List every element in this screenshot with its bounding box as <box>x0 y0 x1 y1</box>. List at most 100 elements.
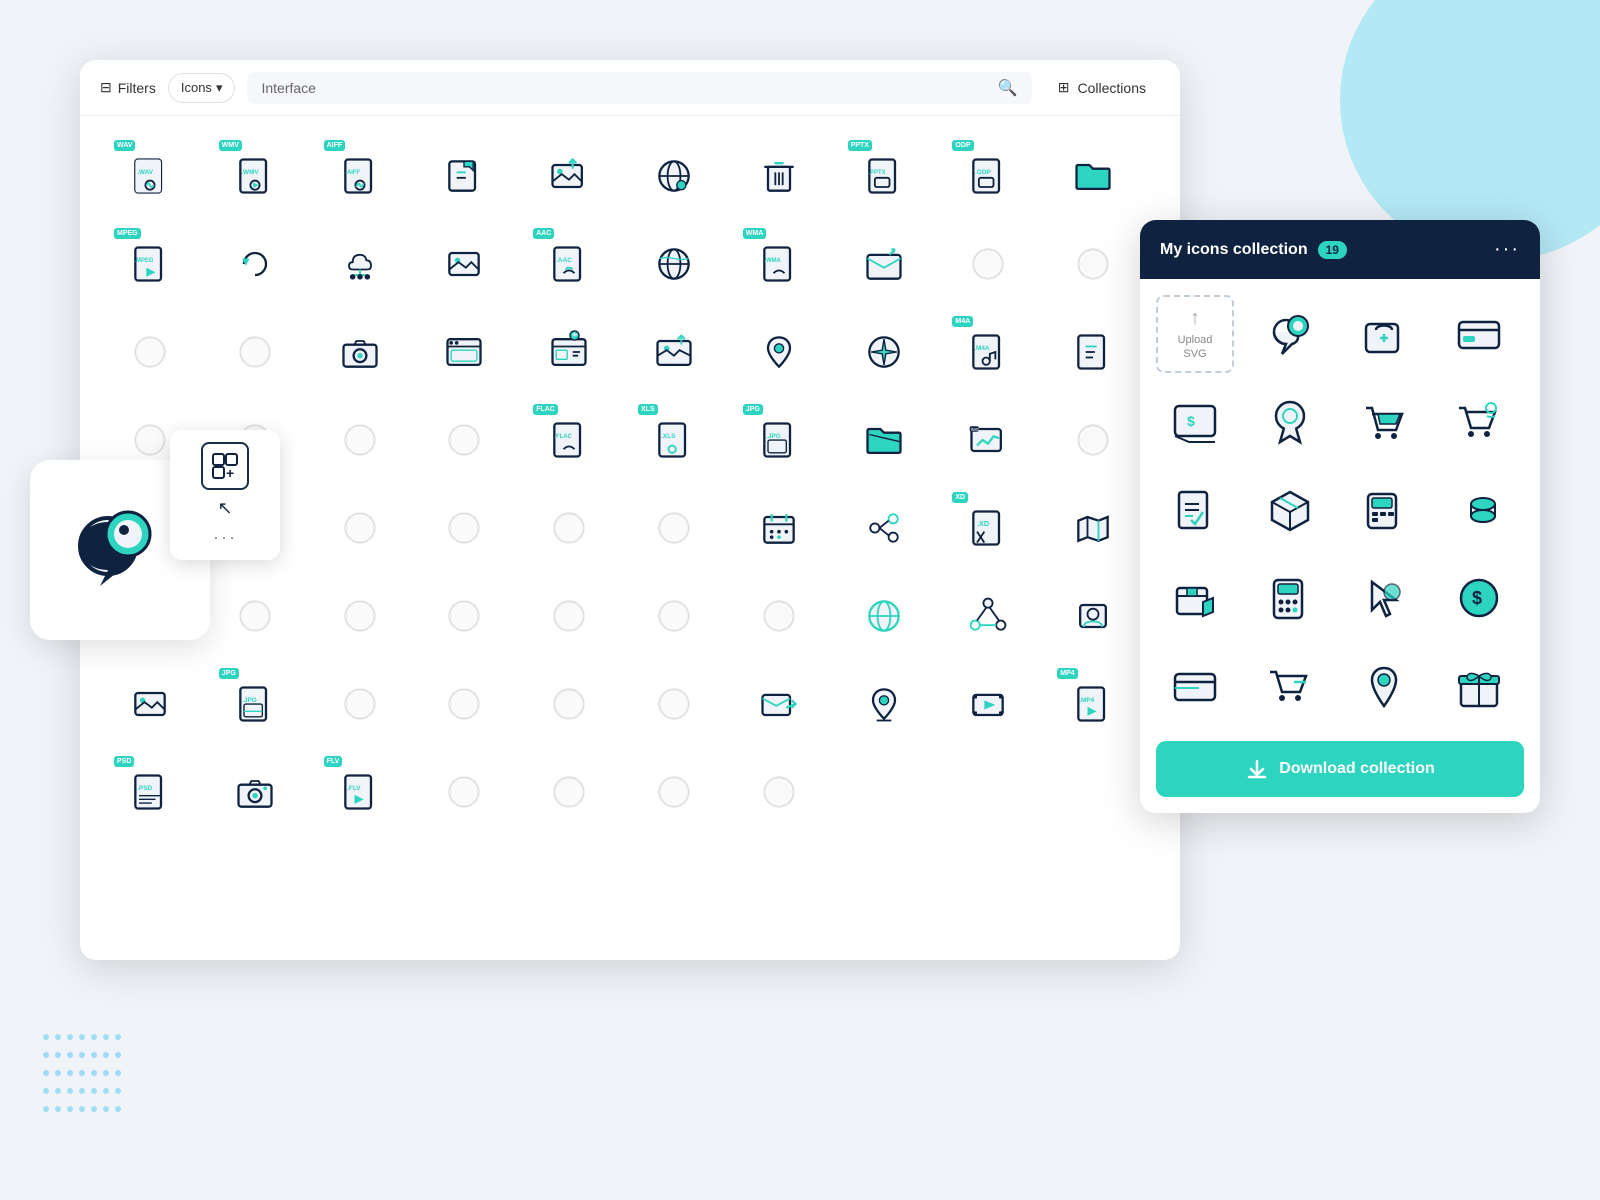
list-item[interactable] <box>1053 312 1133 392</box>
list-item[interactable]: WAV .WAV <box>110 136 190 216</box>
list-item[interactable]: JPG .JPG <box>215 664 295 744</box>
list-item[interactable] <box>215 312 295 392</box>
list-item[interactable] <box>320 400 400 480</box>
list-item[interactable] <box>844 400 924 480</box>
icons-dropdown[interactable]: Icons ▾ <box>168 73 236 103</box>
collection-icon-price-display[interactable]: $ <box>1156 383 1234 461</box>
list-item[interactable] <box>634 488 714 568</box>
list-item[interactable] <box>424 576 504 656</box>
list-item[interactable] <box>1053 400 1133 480</box>
list-item[interactable]: AIFF .AIFF <box>320 136 400 216</box>
list-item[interactable]: WMV .WMV <box>215 136 295 216</box>
list-item[interactable]: MP4 .MP4 <box>1053 664 1133 744</box>
list-item[interactable]: AAC .AAC <box>529 224 609 304</box>
collection-icon-award[interactable] <box>1251 383 1329 461</box>
search-input[interactable] <box>261 80 989 96</box>
collection-icon-dollar-coin[interactable]: $ <box>1440 559 1518 637</box>
list-item[interactable] <box>844 664 924 744</box>
list-item[interactable] <box>844 576 924 656</box>
list-item[interactable] <box>948 664 1028 744</box>
collections-button[interactable]: ⊞ Collections <box>1044 73 1160 102</box>
list-item[interactable] <box>320 488 400 568</box>
collection-icon-shopping-bag[interactable] <box>1345 295 1423 373</box>
list-item[interactable]: MPEG .MPEG <box>110 224 190 304</box>
list-item[interactable] <box>320 312 400 392</box>
list-item[interactable] <box>844 488 924 568</box>
list-item[interactable] <box>215 576 295 656</box>
collection-icon-cursor[interactable] <box>1345 559 1423 637</box>
list-item[interactable] <box>739 488 819 568</box>
list-item[interactable] <box>634 752 714 832</box>
list-item[interactable] <box>529 136 609 216</box>
list-item[interactable] <box>739 664 819 744</box>
collection-icon-credit-card-2[interactable] <box>1156 647 1234 725</box>
collection-icon-location[interactable] <box>1345 647 1423 725</box>
list-item[interactable] <box>844 224 924 304</box>
collection-icon-cart-person[interactable] <box>1440 383 1518 461</box>
list-item[interactable] <box>634 664 714 744</box>
list-item[interactable]: FLV .FLV <box>320 752 400 832</box>
list-item[interactable] <box>529 312 609 392</box>
filters-button[interactable]: ⊟ Filters <box>100 79 156 96</box>
list-item[interactable] <box>320 576 400 656</box>
list-item[interactable] <box>948 576 1028 656</box>
list-item[interactable] <box>948 224 1028 304</box>
collection-icon-gift[interactable] <box>1440 647 1518 725</box>
list-item[interactable] <box>110 664 190 744</box>
collection-icon-cart-checkout[interactable] <box>1251 647 1329 725</box>
list-item[interactable] <box>529 488 609 568</box>
list-item[interactable] <box>1053 136 1133 216</box>
list-item[interactable] <box>634 224 714 304</box>
list-item[interactable] <box>424 400 504 480</box>
list-item[interactable]: XD .XD <box>948 488 1028 568</box>
list-item[interactable]: JPG .JPG <box>739 400 819 480</box>
list-item[interactable] <box>424 224 504 304</box>
list-item[interactable]: M4A .M4A <box>948 312 1028 392</box>
list-item[interactable] <box>424 488 504 568</box>
list-item[interactable] <box>1053 576 1133 656</box>
list-item[interactable] <box>529 576 609 656</box>
list-item[interactable] <box>424 752 504 832</box>
list-item[interactable] <box>739 752 819 832</box>
collection-icon-chat[interactable] <box>1251 295 1329 373</box>
list-item[interactable]: XLS .XLS <box>634 400 714 480</box>
list-item[interactable]: IMG <box>948 400 1028 480</box>
download-collection-button[interactable]: Download collection <box>1156 741 1524 797</box>
list-item[interactable] <box>320 224 400 304</box>
list-item[interactable] <box>739 312 819 392</box>
list-item[interactable] <box>634 312 714 392</box>
list-item[interactable] <box>320 664 400 744</box>
list-item[interactable]: ODP .ODP <box>948 136 1028 216</box>
collection-icon-cart[interactable] <box>1345 383 1423 461</box>
collection-icon-credit-card[interactable] <box>1440 295 1518 373</box>
list-item[interactable]: WMA .WMA <box>739 224 819 304</box>
list-item[interactable] <box>424 136 504 216</box>
list-item[interactable]: PPTX .PPTX <box>844 136 924 216</box>
list-item[interactable] <box>844 312 924 392</box>
list-item[interactable]: FLAC .FLAC <box>529 400 609 480</box>
list-item[interactable] <box>529 664 609 744</box>
collection-icon-payment-terminal[interactable] <box>1345 471 1423 549</box>
list-item[interactable] <box>110 312 190 392</box>
upload-svg-button[interactable]: ↑ UploadSVG <box>1156 295 1234 373</box>
list-item[interactable] <box>424 312 504 392</box>
list-item[interactable] <box>215 224 295 304</box>
list-item[interactable] <box>1053 224 1133 304</box>
collection-icon-calculator[interactable] <box>1251 559 1329 637</box>
collection-menu-button[interactable]: ··· <box>1494 238 1520 261</box>
list-item[interactable]: PSD .PSD <box>110 752 190 832</box>
more-options-dots[interactable]: ··· <box>213 527 237 548</box>
list-item[interactable] <box>634 576 714 656</box>
collection-icon-receipt[interactable] <box>1156 471 1234 549</box>
collection-icon-coins[interactable] <box>1440 471 1518 549</box>
collection-icon-package[interactable] <box>1251 471 1329 549</box>
collection-icon-shipping[interactable] <box>1156 559 1234 637</box>
list-item[interactable] <box>1053 488 1133 568</box>
list-item[interactable] <box>739 576 819 656</box>
list-item[interactable] <box>739 136 819 216</box>
list-item[interactable] <box>424 664 504 744</box>
list-item[interactable] <box>215 752 295 832</box>
list-item[interactable] <box>529 752 609 832</box>
add-to-collection-icon[interactable]: + <box>201 442 249 490</box>
list-item[interactable] <box>634 136 714 216</box>
